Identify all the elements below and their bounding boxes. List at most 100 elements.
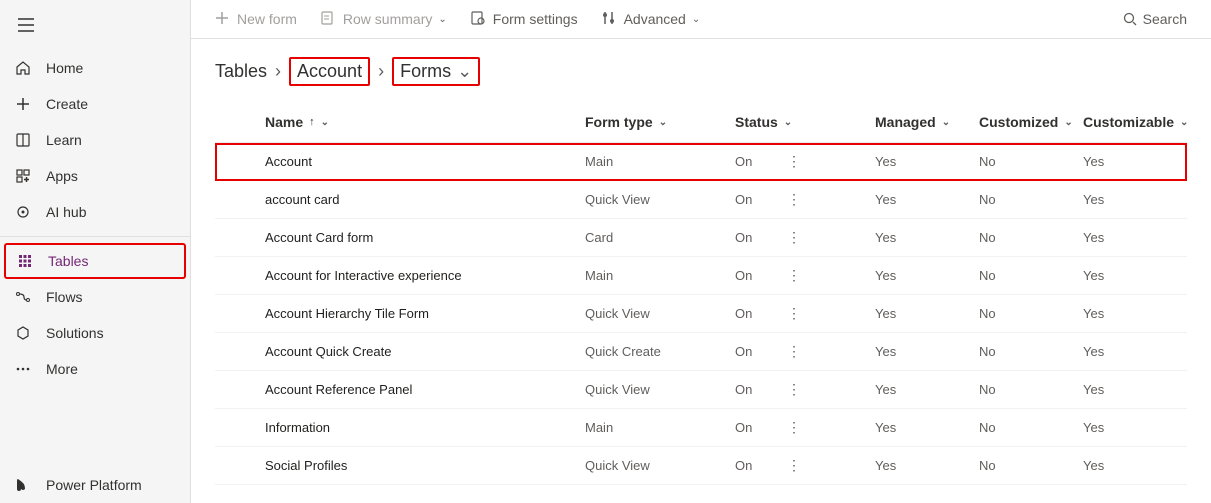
chevron-down-icon: ⌄ [1064,117,1072,128]
cell-managed: Yes [875,154,979,169]
chevron-right-icon: › [275,61,281,82]
sidebar-item-ai-hub[interactable]: AI hub [0,194,190,230]
cell-customized: No [979,306,1083,321]
breadcrumb-account[interactable]: Account [289,57,370,86]
table-row[interactable]: Social Profiles⋮Quick ViewOnYesNoYes [215,447,1187,485]
cell-managed: Yes [875,306,979,321]
cell-form-type: Main [585,154,735,169]
table-row[interactable]: account card⋮Quick ViewOnYesNoYes [215,181,1187,219]
col-customized[interactable]: Customized ⌄ [979,114,1083,130]
row-summary-button[interactable]: Row summary ⌄ [311,5,457,33]
cell-customized: No [979,458,1083,473]
table-row[interactable]: Account Hierarchy Tile Form⋮Quick ViewOn… [215,295,1187,333]
hamburger-menu[interactable] [0,8,190,42]
col-name[interactable]: Name ↑ ⌄ [265,114,585,130]
table-row[interactable]: Information⋮MainOnYesNoYes [215,409,1187,447]
search-input[interactable]: Search [1113,5,1197,33]
row-menu-button[interactable]: ⋮ [787,381,801,398]
cell-customized: No [979,420,1083,435]
book-icon [14,132,32,148]
row-menu-button[interactable]: ⋮ [787,305,801,322]
row-menu-button[interactable]: ⋮ [787,153,801,170]
cell-customizable: Yes [1083,344,1187,359]
sidebar-item-power-platform[interactable]: Power Platform [0,467,190,503]
row-menu-button[interactable]: ⋮ [787,343,801,360]
cell-status: On [735,382,875,397]
chevron-down-icon: ⌄ [1180,117,1188,128]
cell-managed: Yes [875,420,979,435]
new-form-button[interactable]: New form [205,5,307,33]
cell-status: On [735,230,875,245]
table-row[interactable]: Account Card form⋮CardOnYesNoYes [215,219,1187,257]
chevron-down-icon: ⌄ [438,14,446,25]
tables-icon [16,253,34,269]
cell-form-type: Quick View [585,192,735,207]
cell-managed: Yes [875,268,979,283]
cell-form-type: Main [585,268,735,283]
cell-customizable: Yes [1083,230,1187,245]
cell-status: On [735,306,875,321]
chevron-down-icon: ⌄ [457,61,472,82]
sidebar-item-label: Learn [46,132,82,148]
col-form-type[interactable]: Form type ⌄ [585,114,735,130]
sidebar-item-label: Home [46,60,83,76]
apps-icon [14,168,32,184]
row-menu-button[interactable]: ⋮ [787,457,801,474]
cell-name: Account for Interactive experience [265,268,585,283]
sidebar-item-flows[interactable]: Flows [0,279,190,315]
sidebar-item-tables[interactable]: Tables [4,243,186,279]
aihub-icon [14,204,32,220]
sidebar-item-create[interactable]: Create [0,86,190,122]
row-menu-button[interactable]: ⋮ [787,191,801,208]
sidebar-item-apps[interactable]: Apps [0,158,190,194]
form-settings-icon [471,11,487,27]
sidebar-item-label: Flows [46,289,83,305]
plus-icon [215,11,231,27]
table-row[interactable]: Account⋮MainOnYesNoYes [215,143,1187,181]
solutions-icon [14,325,32,341]
cell-customizable: Yes [1083,268,1187,283]
cell-customized: No [979,230,1083,245]
table-row[interactable]: Account Reference Panel⋮Quick ViewOnYesN… [215,371,1187,409]
row-menu-button[interactable]: ⋮ [787,229,801,246]
sidebar-item-label: More [46,361,78,377]
flows-icon [14,289,32,305]
cell-customized: No [979,382,1083,397]
col-managed[interactable]: Managed ⌄ [875,114,979,130]
sidebar-item-label: Solutions [46,325,104,341]
sort-ascending-icon: ↑ [309,116,315,128]
sidebar-item-solutions[interactable]: Solutions [0,315,190,351]
cell-name: Social Profiles [265,458,585,473]
sidebar-item-home[interactable]: Home [0,50,190,86]
cell-name: Account Quick Create [265,344,585,359]
table-row[interactable]: Account Quick Create⋮Quick CreateOnYesNo… [215,333,1187,371]
cell-status: On [735,268,875,283]
sidebar-item-more[interactable]: More [0,351,190,387]
col-status[interactable]: Status ⌄ [735,114,875,130]
sidebar-item-learn[interactable]: Learn [0,122,190,158]
cell-name: account card [265,192,585,207]
form-settings-button[interactable]: Form settings [461,5,588,33]
row-summary-icon [321,11,337,27]
row-menu-button[interactable]: ⋮ [787,419,801,436]
table-row[interactable]: Account for Interactive experience ⋮ MainO… [215,257,1187,295]
cell-customized: No [979,268,1083,283]
cell-status: On [735,420,875,435]
sidebar-item-label: Tables [48,253,88,269]
more-icon [14,361,32,377]
cell-customizable: Yes [1083,306,1187,321]
advanced-button[interactable]: Advanced ⌄ [592,5,711,33]
cell-managed: Yes [875,344,979,359]
chevron-down-icon: ⌄ [942,117,950,128]
col-customizable[interactable]: Customizable ⌄ [1083,114,1187,130]
cell-name: Account [265,154,585,169]
row-menu-button[interactable]: ⋮ [787,267,801,284]
chevron-right-icon: › [378,61,384,82]
cell-managed: Yes [875,192,979,207]
cell-form-type: Quick View [585,458,735,473]
home-icon [14,60,32,76]
breadcrumb-forms[interactable]: Forms⌄ [392,57,480,86]
breadcrumb-root[interactable]: Tables [215,61,267,82]
plus-icon [14,96,32,112]
cell-customized: No [979,154,1083,169]
